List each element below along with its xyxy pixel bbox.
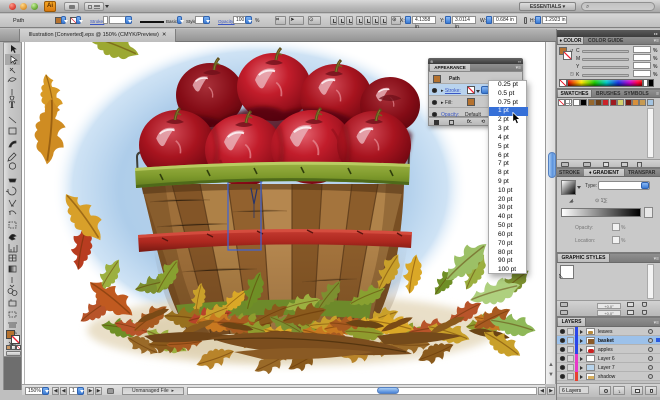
svg-text:T: T — [9, 100, 15, 110]
